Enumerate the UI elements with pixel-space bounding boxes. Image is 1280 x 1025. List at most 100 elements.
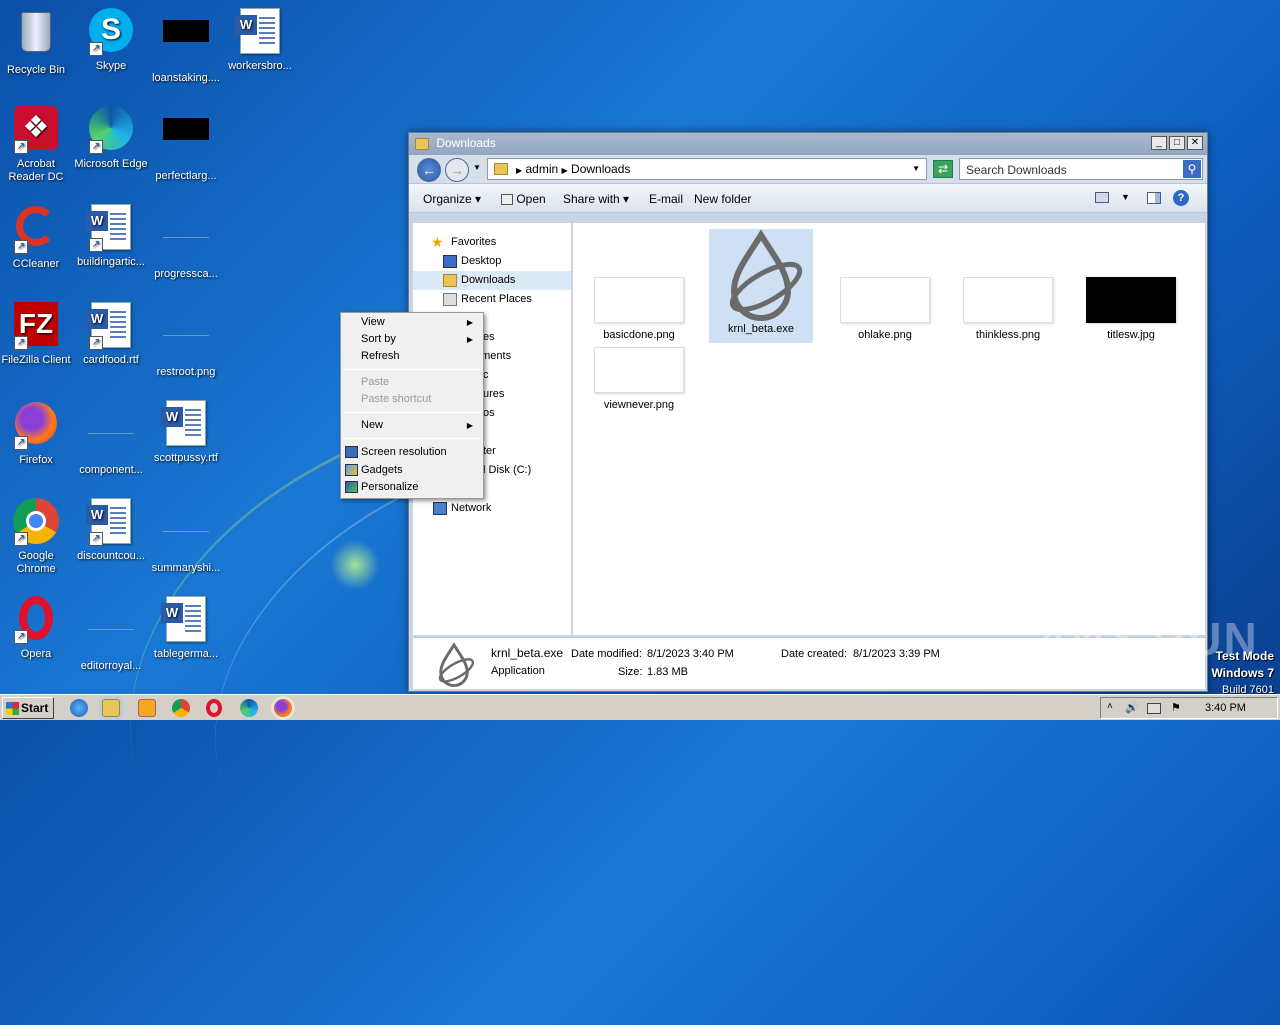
- file-item[interactable]: viewnever.png: [589, 347, 689, 411]
- menu-item-refresh[interactable]: Refresh: [361, 348, 400, 365]
- new-folder-button[interactable]: New folder: [694, 192, 751, 206]
- desktop-icon-acrobat[interactable]: ❖ ↗ Acrobat Reader DC: [0, 106, 74, 184]
- desktop-icon-component[interactable]: component...: [73, 400, 149, 477]
- system-tray: ˄ 🔊 ⚑ 3:40 PM: [1100, 697, 1278, 719]
- preview-pane-icon[interactable]: [1147, 192, 1161, 204]
- desktop-icon-buildingartic[interactable]: W ↗ buildingartic...: [73, 204, 149, 269]
- close-button[interactable]: ✕: [1187, 136, 1203, 150]
- explorer-window[interactable]: Downloads _ □ ✕ ← → ▼ ▶ admin ▶ Download…: [408, 132, 1208, 692]
- desktop-icon-ccleaner[interactable]: ↗ CCleaner: [0, 204, 74, 271]
- desktop-icon-tablegerma[interactable]: W tablegerma...: [148, 596, 224, 661]
- address-bar[interactable]: ▶ admin ▶ Downloads ▼: [487, 158, 927, 180]
- opera-taskbar-icon[interactable]: [206, 699, 222, 717]
- details-modified-label: Date modified:: [571, 648, 642, 660]
- desktop-icon-perfectlarg[interactable]: perfectlarg...: [148, 106, 224, 183]
- file-item-selected[interactable]: krnl_beta.exe: [709, 229, 813, 343]
- menu-item-gadgets[interactable]: Gadgets: [361, 462, 403, 479]
- krnl-app-icon: [431, 642, 477, 688]
- breadcrumb-admin[interactable]: admin: [526, 162, 559, 176]
- file-item[interactable]: titlesw.jpg: [1081, 277, 1181, 341]
- desktop-icon-restroot[interactable]: restroot.png: [148, 302, 224, 379]
- details-size-value: 1.83 MB: [647, 666, 688, 678]
- nav-downloads[interactable]: Downloads: [413, 271, 571, 290]
- menu-item-screen-resolution[interactable]: Screen resolution: [361, 444, 447, 461]
- search-icon[interactable]: ⚲: [1183, 160, 1201, 178]
- nav-favorites[interactable]: ★ Favorites: [413, 233, 571, 252]
- downloads-folder-icon: [443, 274, 457, 287]
- chevron-down-icon[interactable]: ▼: [912, 164, 920, 173]
- chrome-taskbar-icon[interactable]: [172, 699, 190, 717]
- help-icon[interactable]: ?: [1173, 190, 1189, 206]
- email-button[interactable]: E-mail: [649, 192, 683, 206]
- desktop-icon-recycle-bin[interactable]: Recycle Bin: [0, 8, 74, 77]
- nav-recent-places[interactable]: Recent Places: [413, 290, 571, 309]
- organize-button[interactable]: Organize ▾: [423, 192, 481, 206]
- share-with-button[interactable]: Share with ▾: [563, 192, 629, 206]
- menu-item-view[interactable]: View ▶: [361, 314, 481, 331]
- desktop-icon-filezilla[interactable]: FZ ↗ FileZilla Client: [0, 302, 74, 367]
- open-button[interactable]: Open: [501, 192, 546, 206]
- start-button[interactable]: Start: [2, 697, 54, 719]
- desktop-icon-discountcou[interactable]: W ↗ discountcou...: [73, 498, 149, 563]
- desktop-icon-loanstaking[interactable]: loanstaking....: [148, 8, 224, 85]
- desktop-icon-cardfood[interactable]: W ↗ cardfood.rtf: [73, 302, 149, 367]
- desktop-icon-editorroyal[interactable]: editorroyal...: [73, 596, 149, 673]
- breadcrumb-arrow-icon[interactable]: ▶: [562, 166, 568, 175]
- show-hidden-icons[interactable]: ˄: [1107, 701, 1113, 712]
- chevron-down-icon[interactable]: ▼: [1121, 192, 1130, 202]
- desktop-context-menu: View ▶ Sort by ▶ Refresh Paste Paste short…: [340, 312, 484, 499]
- forward-button[interactable]: →: [445, 158, 469, 182]
- search-input[interactable]: Search Downloads: [959, 158, 1203, 180]
- menu-separator: [343, 369, 481, 370]
- desktop-icon-summaryshi[interactable]: summaryshi...: [148, 498, 224, 575]
- breadcrumb-downloads[interactable]: Downloads: [571, 162, 630, 176]
- file-item[interactable]: thinkless.png: [958, 277, 1058, 341]
- desktop-icon-chrome[interactable]: ↗ Google Chrome: [0, 498, 74, 576]
- maximize-button[interactable]: □: [1169, 136, 1185, 150]
- action-center-flag-icon[interactable]: ⚑: [1171, 701, 1181, 714]
- back-button[interactable]: ←: [417, 158, 441, 182]
- view-options-icon[interactable]: [1095, 192, 1109, 203]
- desktop-icon-skype[interactable]: S ↗ Skype: [73, 8, 149, 73]
- clock[interactable]: 3:40 PM: [1205, 702, 1246, 714]
- image-thumbnail: [840, 277, 930, 323]
- desktop-icon-progressca[interactable]: progressca...: [148, 204, 224, 281]
- window-titlebar[interactable]: Downloads _ □ ✕: [409, 133, 1207, 155]
- file-item[interactable]: ohlake.png: [835, 277, 935, 341]
- breadcrumb-arrow-icon[interactable]: ▶: [516, 166, 522, 175]
- skype-icon: S ↗: [87, 8, 135, 56]
- submenu-arrow-icon: ▶: [466, 318, 473, 327]
- menu-item-sort-by[interactable]: Sort by ▶: [361, 331, 481, 348]
- recycle-bin-icon: [12, 12, 60, 60]
- explorer-taskbar-icon[interactable]: [102, 699, 120, 717]
- volume-icon[interactable]: 🔊: [1125, 701, 1139, 714]
- media-player-icon[interactable]: [138, 699, 156, 717]
- desktop-icon-edge[interactable]: ↗ Microsoft Edge: [73, 106, 149, 171]
- menu-separator: [343, 438, 481, 439]
- details-file-name: krnl_beta.exe: [491, 646, 564, 660]
- windows-version-text: Test Mode Windows 7 Build 7601: [1211, 649, 1274, 696]
- desktop-icon-firefox[interactable]: ↗ Firefox: [0, 400, 74, 467]
- details-created-value: 8/1/2023 3:39 PM: [853, 648, 940, 660]
- edge-taskbar-icon[interactable]: [240, 699, 258, 717]
- chevron-down-icon[interactable]: ▼: [473, 163, 481, 172]
- ie-icon[interactable]: [70, 699, 88, 717]
- file-item[interactable]: basicdone.png: [589, 277, 689, 341]
- word-doc-icon: W ↗: [86, 302, 135, 350]
- refresh-button[interactable]: ⇄: [933, 160, 953, 178]
- desktop-icon-scottpussy[interactable]: W scottpussy.rtf: [148, 400, 224, 465]
- menu-item-personalize[interactable]: Personalize: [361, 479, 418, 496]
- recent-places-icon: [443, 293, 457, 306]
- personalize-icon: [345, 481, 358, 493]
- menu-item-new[interactable]: New ▶: [361, 417, 481, 434]
- network-tray-icon[interactable]: [1147, 703, 1161, 714]
- firefox-taskbar-icon[interactable]: [274, 699, 292, 717]
- desktop-icon: [443, 255, 457, 268]
- details-size-label: Size:: [618, 666, 643, 678]
- nav-desktop[interactable]: Desktop: [413, 252, 571, 271]
- desktop-icon-opera[interactable]: ↗ Opera: [0, 596, 74, 661]
- file-list[interactable]: basicdone.png krnl_beta.exe ohlake.png t…: [573, 223, 1205, 635]
- minimize-button[interactable]: _: [1151, 136, 1167, 150]
- nav-network[interactable]: Network: [413, 499, 571, 518]
- desktop-icon-workersbro[interactable]: W workersbro...: [222, 8, 298, 73]
